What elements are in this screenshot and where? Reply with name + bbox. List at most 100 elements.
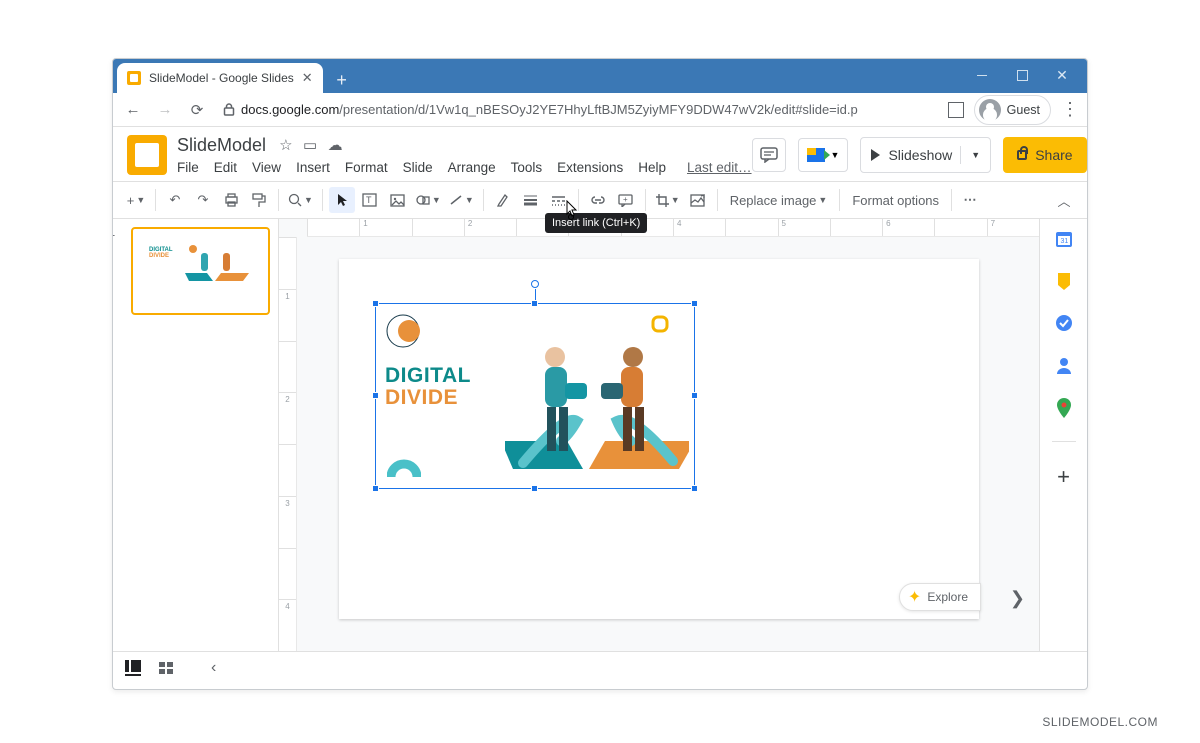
document-title[interactable]: SlideModel [177, 135, 266, 156]
menu-format[interactable]: Format [345, 160, 388, 175]
contacts-icon[interactable] [1055, 355, 1073, 375]
resize-handle[interactable] [691, 485, 698, 492]
url-text: docs.google.com/presentation/d/1Vw1q_nBE… [241, 102, 858, 117]
slideshow-button[interactable]: Slideshow ▼ [860, 137, 991, 173]
browser-window: SlideModel - Google Slides ✕ + ✕ ← → ⟳ d… [112, 58, 1088, 690]
browser-menu-button[interactable]: ⋮ [1061, 99, 1079, 120]
address-bar: ← → ⟳ docs.google.com/presentation/d/1Vw… [113, 93, 1087, 127]
main-area: 1 DIGITAL DIVIDE [113, 219, 1087, 651]
new-tab-button[interactable]: + [329, 67, 355, 93]
resize-handle[interactable] [691, 392, 698, 399]
menu-extensions[interactable]: Extensions [557, 160, 623, 175]
profile-button[interactable]: Guest [974, 95, 1051, 125]
menu-help[interactable]: Help [638, 160, 666, 175]
filmstrip-view-button[interactable] [125, 660, 141, 676]
last-edit-link[interactable]: Last edit… [687, 160, 752, 175]
border-weight-button[interactable] [518, 187, 544, 213]
side-panel: 31 + [1039, 219, 1087, 651]
lock-icon [1017, 150, 1027, 160]
insert-link-button[interactable] [585, 187, 611, 213]
share-label: Share [1035, 147, 1072, 163]
window-minimize-button[interactable] [963, 63, 1001, 87]
play-icon [871, 149, 880, 161]
cloud-saved-icon[interactable]: ☁ [328, 137, 343, 154]
textbox-button[interactable]: T [357, 187, 383, 213]
slides-favicon-icon [127, 71, 141, 85]
comments-button[interactable] [752, 138, 786, 172]
calendar-icon[interactable]: 31 [1054, 229, 1074, 249]
format-options-button[interactable]: Format options [846, 187, 945, 213]
image-button[interactable] [385, 187, 411, 213]
lock-icon [223, 103, 235, 116]
zoom-button[interactable]: ▼ [285, 187, 316, 213]
crop-button[interactable]: ▼ [652, 187, 683, 213]
nav-forward-button[interactable]: → [153, 98, 177, 122]
print-button[interactable] [218, 187, 244, 213]
grid-view-button[interactable] [159, 662, 173, 674]
redo-button[interactable]: ↷ [190, 187, 216, 213]
menu-insert[interactable]: Insert [296, 160, 330, 175]
menu-bar: File Edit View Insert Format Slide Arran… [177, 160, 752, 175]
new-slide-button[interactable]: +▼ [123, 187, 149, 213]
tab-title: SlideModel - Google Slides [149, 71, 294, 85]
keep-icon[interactable] [1055, 271, 1073, 291]
sidepanel-collapse-button[interactable]: ❯ [1010, 588, 1025, 609]
star-icon[interactable]: ☆ [279, 137, 292, 154]
nav-reload-button[interactable]: ⟳ [185, 98, 209, 122]
selection-box[interactable] [375, 303, 695, 489]
menu-arrange[interactable]: Arrange [448, 160, 496, 175]
resize-handle[interactable] [691, 300, 698, 307]
resize-handle[interactable] [531, 485, 538, 492]
maps-icon[interactable] [1056, 397, 1072, 419]
chevron-down-icon[interactable]: ▼ [971, 150, 980, 160]
canvas[interactable]: 1234567 1234 DIGITAL DIVIDE [279, 219, 1039, 651]
resize-handle[interactable] [372, 300, 379, 307]
chevron-down-icon: ▼ [831, 150, 840, 160]
slides-logo-icon[interactable] [127, 135, 167, 175]
select-tool-button[interactable] [329, 187, 355, 213]
addons-button[interactable]: + [1057, 464, 1070, 490]
filmstrip[interactable]: 1 DIGITAL DIVIDE [113, 219, 279, 651]
menu-view[interactable]: View [252, 160, 281, 175]
rotate-handle[interactable] [531, 280, 539, 288]
resize-handle[interactable] [372, 392, 379, 399]
browser-tab[interactable]: SlideModel - Google Slides ✕ [117, 63, 323, 93]
tasks-icon[interactable] [1054, 313, 1074, 333]
meet-button[interactable]: ▼ [798, 138, 849, 172]
profile-label: Guest [1007, 103, 1040, 117]
mouse-cursor-icon [563, 200, 579, 220]
menu-edit[interactable]: Edit [214, 160, 237, 175]
resize-handle[interactable] [372, 485, 379, 492]
svg-text:+: + [623, 195, 628, 204]
paint-format-button[interactable] [246, 187, 272, 213]
more-button[interactable]: ⋯ [958, 187, 984, 213]
collapse-toolbar-button[interactable]: ︿ [1051, 187, 1077, 213]
slide-thumbnail[interactable]: DIGITAL DIVIDE [131, 227, 270, 315]
url-field[interactable]: docs.google.com/presentation/d/1Vw1q_nBE… [217, 102, 940, 117]
line-button[interactable]: ▼ [446, 187, 477, 213]
slide-canvas[interactable]: DIGITAL DIVIDE [339, 259, 979, 619]
undo-button[interactable]: ↶ [162, 187, 188, 213]
meet-icon [807, 148, 825, 162]
menu-slide[interactable]: Slide [403, 160, 433, 175]
speaker-notes-toggle[interactable]: ‹ [211, 659, 216, 677]
svg-text:31: 31 [1060, 238, 1068, 245]
insert-comment-button[interactable]: + [613, 187, 639, 213]
tab-close-icon[interactable]: ✕ [302, 70, 313, 86]
horizontal-ruler: 1234567 [307, 219, 1039, 237]
explore-button[interactable]: ✦ Explore [899, 583, 981, 611]
nav-back-button[interactable]: ← [121, 98, 145, 122]
menu-file[interactable]: File [177, 160, 199, 175]
extensions-icon[interactable] [948, 102, 964, 118]
menu-tools[interactable]: Tools [511, 160, 543, 175]
window-close-button[interactable]: ✕ [1043, 63, 1081, 87]
share-button[interactable]: Share [1003, 137, 1086, 173]
border-color-button[interactable] [490, 187, 516, 213]
bottom-bar: ‹ [113, 651, 1087, 683]
resize-handle[interactable] [531, 300, 538, 307]
window-maximize-button[interactable] [1003, 63, 1041, 87]
shape-button[interactable]: ▼ [413, 187, 444, 213]
mask-button[interactable] [685, 187, 711, 213]
replace-image-button[interactable]: Replace image▼ [724, 187, 834, 213]
move-icon[interactable]: ▭ [303, 137, 317, 154]
